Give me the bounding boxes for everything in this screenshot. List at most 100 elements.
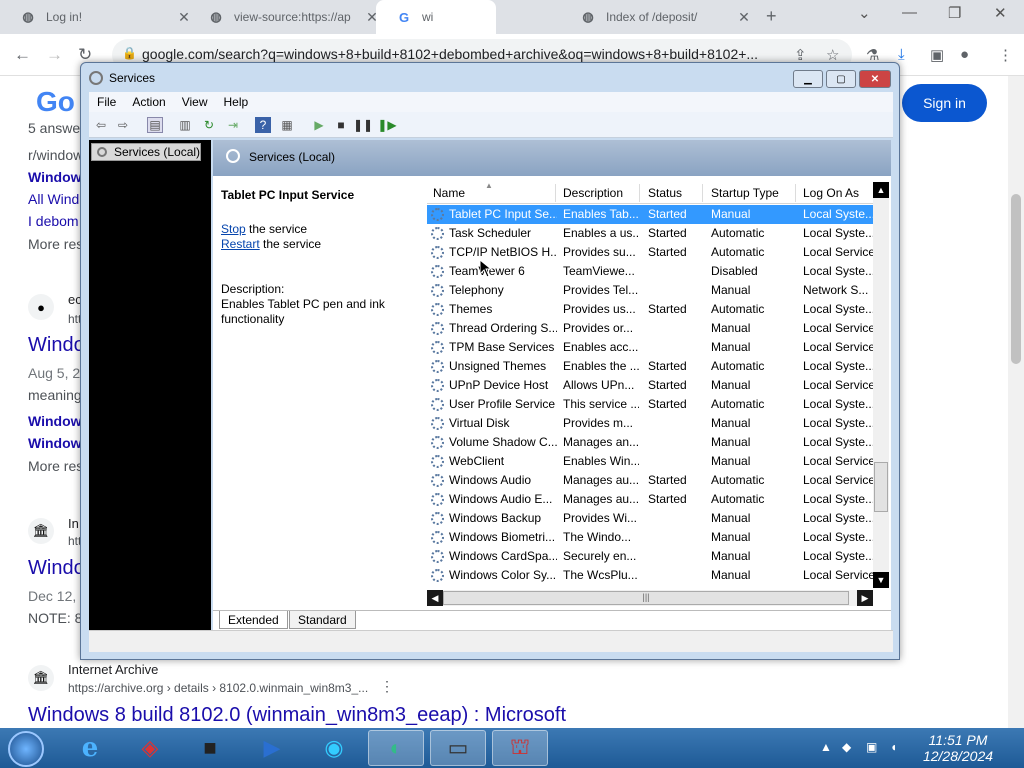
tab-search-chevron-icon[interactable]: ⌄ xyxy=(858,4,871,22)
pause-service-icon[interactable]: ❚❚ xyxy=(353,117,373,133)
menu-view[interactable]: View xyxy=(174,95,216,109)
column-divider[interactable] xyxy=(795,184,796,202)
result-title[interactable]: Windows 8 build 8102.0 (winmain_win8m3_e… xyxy=(28,704,566,727)
back-arrow-icon[interactable]: ⇦ xyxy=(93,117,109,133)
browser-taskbar-icon[interactable]: ◐ xyxy=(368,730,424,766)
service-row[interactable]: Tablet PC Input Se... Enables Tab... Start… xyxy=(427,205,873,224)
service-row[interactable]: WebClient Enables Win... Manual Local Servi… xyxy=(427,452,873,471)
service-row[interactable]: UPnP Device Host Allows UPn... Started Manu… xyxy=(427,376,873,395)
shield-tray-icon[interactable]: ◆ xyxy=(842,740,851,754)
service-row[interactable]: Volume Shadow C... Manages an... Manual Loc… xyxy=(427,433,873,452)
menu-help[interactable]: Help xyxy=(216,95,257,109)
list-horizontal-scroll-thumb[interactable]: ||| xyxy=(443,591,849,605)
stop-service-link[interactable]: Stop xyxy=(221,222,246,236)
result-sublink[interactable]: Window xyxy=(28,413,82,429)
show-hidden-icons-arrow[interactable]: ▲ xyxy=(820,740,832,754)
list-horizontal-scrollbar[interactable]: ◀ ||| ▶ xyxy=(427,590,873,606)
service-row[interactable]: TeamViewer 6 TeamViewe... Disabled Local Sy… xyxy=(427,262,873,281)
page-scrollbar[interactable] xyxy=(1008,76,1024,728)
help-icon[interactable]: ? xyxy=(255,117,271,133)
menu-kebab-icon[interactable]: ⋮ xyxy=(998,46,1013,64)
action-pane-icon[interactable]: ▦ xyxy=(279,117,295,133)
result-title[interactable]: Windo xyxy=(28,334,85,357)
service-row[interactable]: TCP/IP NetBIOS H... Provides su... Started… xyxy=(427,243,873,262)
answer-link[interactable]: I debom xyxy=(28,213,79,229)
stop-service-icon[interactable]: ■ xyxy=(333,117,349,133)
service-row[interactable]: Windows Audio Manages au... Started Automat… xyxy=(427,471,873,490)
column-header-startup-type[interactable]: Startup Type xyxy=(711,186,779,200)
menu-file[interactable]: File xyxy=(89,95,124,109)
export-list-icon[interactable]: ⇥ xyxy=(225,117,241,133)
service-row[interactable]: Windows Color Sy... The WcsPlu... Manual Lo… xyxy=(427,566,873,585)
browser-tab-login[interactable]: ◍ Log in! ✕ xyxy=(0,0,196,34)
start-button[interactable] xyxy=(8,731,44,767)
menu-action[interactable]: Action xyxy=(124,95,173,109)
answer-link[interactable]: All Wind xyxy=(28,191,79,207)
more-results-link[interactable]: More res xyxy=(28,458,83,474)
scroll-left-arrow-icon[interactable]: ◀ xyxy=(427,590,443,606)
volume-tray-icon[interactable]: ◖ xyxy=(890,740,897,754)
side-panel-icon[interactable]: ▣ xyxy=(930,46,944,64)
restart-service-link[interactable]: Restart xyxy=(221,237,260,251)
service-row[interactable]: Task Scheduler Enables a us... Started Auto… xyxy=(427,224,873,243)
column-header-description[interactable]: Description xyxy=(563,186,623,200)
network-tray-icon[interactable]: ▣ xyxy=(866,740,877,754)
new-tab-button[interactable]: + xyxy=(766,6,777,27)
tab-standard[interactable]: Standard xyxy=(289,611,356,629)
refresh-icon[interactable]: ↻ xyxy=(201,117,217,133)
media-center-icon[interactable]: ◉ xyxy=(306,730,362,766)
forward-arrow-icon[interactable]: → xyxy=(46,45,63,65)
column-header-status[interactable]: Status xyxy=(648,186,682,200)
list-vertical-scrollbar[interactable]: ▲ ▼ xyxy=(873,182,889,588)
service-row[interactable]: Windows Biometri... The Windo... Manual Loc… xyxy=(427,528,873,547)
close-window-icon[interactable]: ✕ xyxy=(994,4,1007,22)
properties-icon[interactable]: ▥ xyxy=(177,117,193,133)
minimize-icon[interactable]: — xyxy=(902,4,917,21)
column-divider[interactable] xyxy=(555,184,556,202)
restart-service-icon[interactable]: ❚▶ xyxy=(377,117,396,133)
close-tab-icon[interactable]: ✕ xyxy=(732,9,756,26)
service-row[interactable]: Thread Ordering S... Provides or... Manual… xyxy=(427,319,873,338)
more-results-link[interactable]: More res xyxy=(28,236,83,252)
result-sublink[interactable]: Window xyxy=(28,435,82,451)
service-row[interactable]: Windows Backup Provides Wi... Manual Local … xyxy=(427,509,873,528)
service-row[interactable]: Windows Audio E... Manages au... Started Au… xyxy=(427,490,873,509)
tree-item-services-local[interactable]: Services (Local) xyxy=(91,143,201,161)
column-divider[interactable] xyxy=(639,184,640,202)
toolbox-taskbar-icon[interactable]: ⛫ xyxy=(492,730,548,766)
browser-tab-index-deposit[interactable]: ◍ Index of /deposit/ ✕ xyxy=(560,0,756,34)
internet-explorer-icon[interactable]: e xyxy=(62,730,118,766)
sign-in-button[interactable]: Sign in xyxy=(902,84,987,122)
media-player-icon[interactable]: ▶ xyxy=(244,730,300,766)
show-hide-tree-icon[interactable]: ▤ xyxy=(147,117,163,133)
answer-link[interactable]: Window xyxy=(28,169,82,185)
google-logo[interactable]: Go xyxy=(36,86,75,118)
page-scrollbar-thumb[interactable] xyxy=(1011,194,1021,364)
service-row[interactable]: User Profile Service This service ... Star… xyxy=(427,395,873,414)
maximize-button[interactable]: ▢ xyxy=(826,70,856,88)
column-divider[interactable] xyxy=(702,184,703,202)
browser-tab-google-active[interactable]: G wi xyxy=(376,0,496,34)
profile-avatar-icon[interactable]: ● xyxy=(960,46,969,63)
restore-icon[interactable]: ❐ xyxy=(948,4,961,22)
start-service-icon[interactable]: ▶ xyxy=(311,117,327,133)
service-row[interactable]: TPM Base Services Enables acc... Manual Loc… xyxy=(427,338,873,357)
tab-extended[interactable]: Extended xyxy=(219,611,288,629)
scroll-down-arrow-icon[interactable]: ▼ xyxy=(873,572,889,588)
scroll-up-arrow-icon[interactable]: ▲ xyxy=(873,182,889,198)
app-box-icon[interactable]: ■ xyxy=(182,730,238,766)
list-vertical-scroll-thumb[interactable] xyxy=(874,462,888,512)
download-icon[interactable]: ⤓ xyxy=(898,46,905,63)
service-row[interactable]: Unsigned Themes Enables the ... Started Aut… xyxy=(427,357,873,376)
service-row[interactable]: Telephony Provides Tel... Manual Network S.… xyxy=(427,281,873,300)
service-row[interactable]: Virtual Disk Provides m... Manual Local Sys… xyxy=(427,414,873,433)
result-title[interactable]: Windo xyxy=(28,557,85,580)
service-row[interactable]: Windows CardSpa... Securely en... Manual Lo… xyxy=(427,547,873,566)
column-header-name[interactable]: Name xyxy=(433,186,465,200)
browser-tab-view-source[interactable]: ◍ view-source:https://ap ✕ xyxy=(188,0,384,34)
back-arrow-icon[interactable]: ← xyxy=(14,45,31,65)
result-more-options-icon[interactable]: ⋮ xyxy=(380,678,394,695)
system-clock[interactable]: 11:51 PM 12/28/2024 xyxy=(916,732,1000,764)
service-row[interactable]: Themes Provides us... Started Automatic Loca… xyxy=(427,300,873,319)
forward-arrow-icon[interactable]: ⇨ xyxy=(115,117,131,133)
